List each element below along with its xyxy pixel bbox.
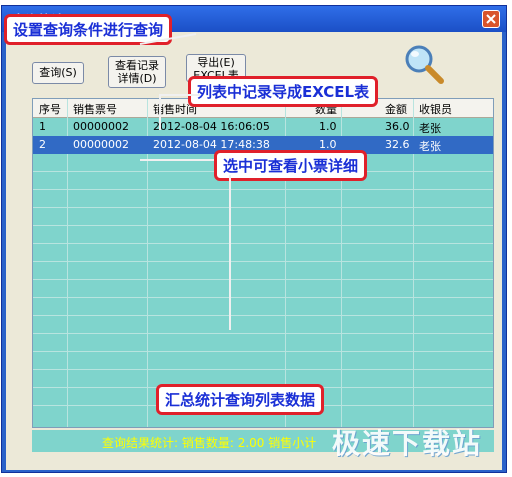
annotation-detail: 选中可查看小票详细 xyxy=(214,150,368,181)
sales-records-table[interactable]: 序号 销售票号 销售时间 数量 金额 收银员 1 00000002 2012-0… xyxy=(32,98,494,428)
annotation-query: 设置查询条件进行查询 xyxy=(4,14,173,45)
col-header-amount[interactable]: 金额 xyxy=(385,101,407,117)
query-button[interactable]: 查询(S) xyxy=(32,62,84,84)
cell-cashier: 老张 xyxy=(419,122,441,135)
query-button-label: 查询(S) xyxy=(39,66,77,79)
col-header-ticket[interactable]: 销售票号 xyxy=(73,101,117,117)
cell-no: 2 xyxy=(39,138,46,151)
watermark: 极速下载站 xyxy=(332,427,483,460)
annotation-export: 列表中记录导成EXCEL表 xyxy=(188,76,379,107)
magnifier-icon xyxy=(405,45,444,84)
close-icon xyxy=(486,14,496,24)
view-detail-button[interactable]: 查看记录 详情(D) xyxy=(108,56,166,88)
detail-label-line2: 详情(D) xyxy=(117,72,157,85)
annotation-summary: 汇总统计查询列表数据 xyxy=(156,384,325,415)
cell-amount: 36.0 xyxy=(385,120,410,133)
cell-ticket: 00000002 xyxy=(73,138,129,151)
annotation-query-text: 设置查询条件进行查询 xyxy=(13,21,164,39)
annotation-detail-text: 选中可查看小票详细 xyxy=(223,157,359,175)
cell-ticket: 00000002 xyxy=(73,120,129,133)
table-row[interactable]: 1 00000002 2012-08-04 16:06:05 1.0 36.0 … xyxy=(33,118,493,136)
export-label-line1: 导出(E) xyxy=(197,56,235,69)
detail-label-line1: 查看记录 xyxy=(115,59,159,72)
cell-amount: 32.6 xyxy=(385,138,410,151)
col-header-cashier[interactable]: 收银员 xyxy=(419,101,452,117)
annotation-summary-text: 汇总统计查询列表数据 xyxy=(165,391,316,409)
annotation-export-text: 列表中记录导成EXCEL表 xyxy=(197,83,370,101)
cell-time: 2012-08-04 16:06:05 xyxy=(153,120,270,133)
col-header-no[interactable]: 序号 xyxy=(39,101,61,117)
close-button[interactable] xyxy=(482,10,500,28)
cell-qty: 1.0 xyxy=(319,120,337,133)
summary-text: 查询结果统计: 销售数量: 2.00 销售小计 xyxy=(102,436,317,450)
cell-no: 1 xyxy=(39,120,46,133)
cell-cashier: 老张 xyxy=(419,140,441,153)
